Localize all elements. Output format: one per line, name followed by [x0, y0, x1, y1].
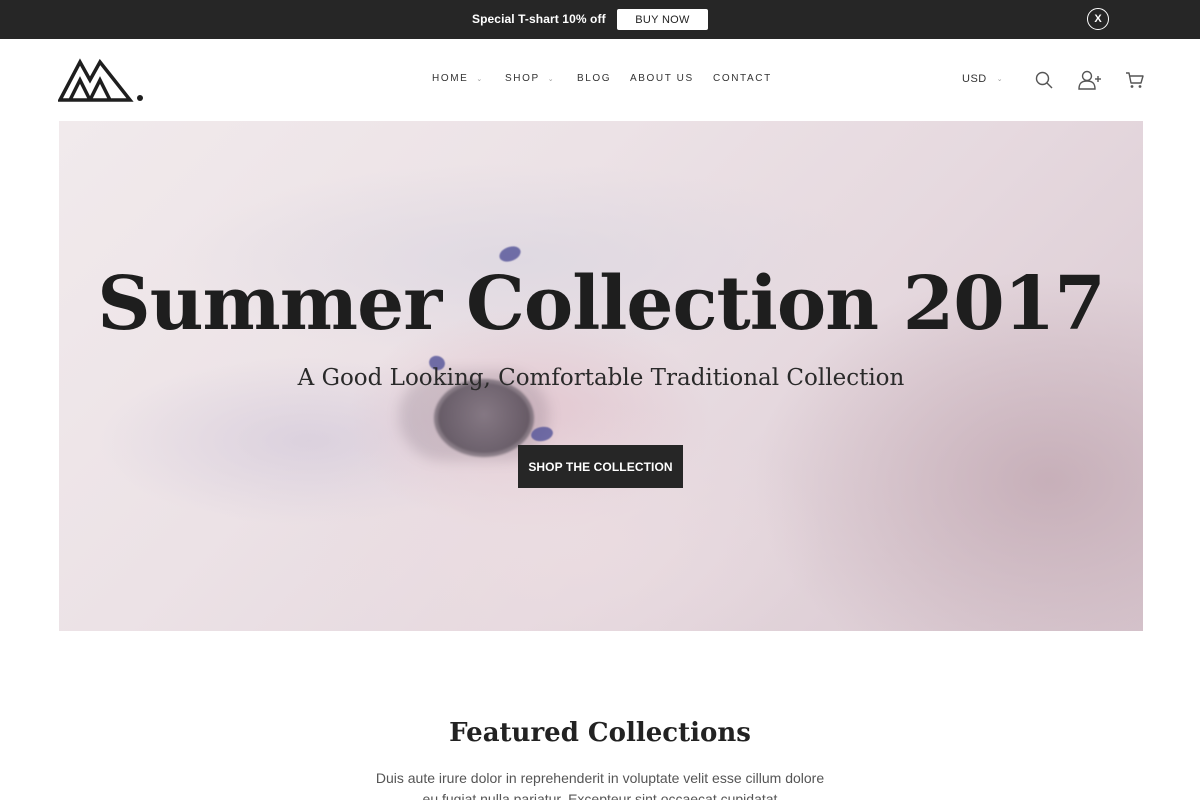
cart-icon[interactable] — [1125, 70, 1145, 90]
nav-item-label: CONTACT — [713, 73, 772, 84]
hero-title: Summer Collection 2017 — [97, 261, 1105, 347]
nav-item-home[interactable]: HOME ⌄ — [432, 73, 482, 84]
hero-subtitle: A Good Looking, Comfortable Traditional … — [297, 365, 905, 391]
hero-banner: Summer Collection 2017 A Good Looking, C… — [59, 121, 1143, 631]
chevron-down-icon: ⌄ — [476, 75, 483, 83]
add-user-icon[interactable] — [1078, 70, 1102, 90]
nav-item-shop[interactable]: SHOP ⌄ — [505, 73, 554, 84]
nav-item-blog[interactable]: BLOG — [577, 73, 611, 84]
featured-title: Featured Collections — [449, 718, 751, 748]
nav-item-label: HOME — [432, 73, 469, 84]
chevron-down-icon: ⌄ — [547, 75, 554, 83]
currency-value: USD — [962, 73, 987, 85]
featured-description: Duis aute irure dolor in reprehenderit i… — [375, 770, 825, 800]
close-icon: X — [1094, 13, 1102, 25]
currency-select[interactable]: USD ⌄ — [962, 73, 1003, 85]
nav-item-label: BLOG — [577, 73, 612, 84]
nav-item-label: SHOP — [505, 73, 540, 84]
chevron-down-icon: ⌄ — [996, 76, 1004, 83]
search-icon[interactable] — [1034, 70, 1054, 90]
logo[interactable] — [58, 56, 146, 104]
promo-text: Special T-shart 10% off — [472, 12, 606, 26]
nav-item-contact[interactable]: CONTACT — [713, 73, 772, 84]
buy-now-button[interactable]: BUY NOW — [617, 9, 708, 30]
shop-collection-button[interactable]: SHOP THE COLLECTION — [518, 445, 683, 488]
nav-item-label: ABOUT US — [630, 73, 694, 84]
promo-bar: Special T-shart 10% off BUY NOW X — [0, 0, 1200, 39]
close-promo-button[interactable]: X — [1087, 8, 1109, 30]
nav-item-about-us[interactable]: ABOUT US — [630, 73, 694, 84]
